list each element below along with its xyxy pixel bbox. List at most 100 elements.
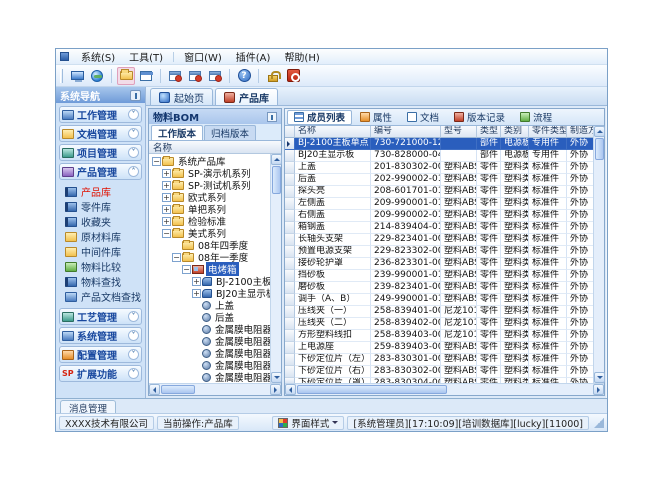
scroll-right-icon[interactable] <box>270 384 281 395</box>
table-row[interactable]: 接砂轮护罩236-823301-00X塑料ABS零件塑料类标准件外协条 <box>285 258 593 270</box>
table-vertical-scrollbar[interactable] <box>593 126 604 383</box>
sidebar-item-产品库[interactable]: 产品库 <box>65 184 142 199</box>
table-horizontal-scrollbar[interactable] <box>285 383 604 395</box>
collapse-icon[interactable]: − <box>152 157 161 166</box>
table-row[interactable]: 上电源座259-839403-00X塑料ABS零件塑料类标准件外协条 <box>285 342 593 354</box>
table-row[interactable]: 后盖202-990002-01X塑料ABS零件塑料类标准件外协条 <box>285 174 593 186</box>
column-header-制造方式[interactable]: 制造方式 <box>567 126 593 138</box>
collapse-icon[interactable]: − <box>162 229 171 238</box>
help-icon[interactable]: ? <box>235 67 253 85</box>
collapse-icon[interactable]: − <box>172 253 181 262</box>
column-header-型号[interactable]: 型号 <box>441 126 477 138</box>
table-row[interactable]: 长轴头支架229-823401-00X塑料ABS零件塑料类标准件外协条 <box>285 234 593 246</box>
toolbar-grip[interactable] <box>60 69 63 83</box>
column-header-编号[interactable]: 编号 <box>371 126 441 138</box>
sidebar-group-工作管理[interactable]: 工作管理˅ <box>59 106 142 123</box>
table-row[interactable]: BJ-2100主板单点730-721000-12X部件电源板专用件外协颗 <box>285 138 593 150</box>
window-add-icon[interactable] <box>166 67 184 85</box>
table-row[interactable]: 压线夹（二）258-839402-00X尼龙1010零件塑料类标准件外协条 <box>285 318 593 330</box>
scroll-right-icon[interactable] <box>593 384 604 395</box>
column-header-类型[interactable]: 类型 <box>477 126 501 138</box>
tab-版本记录[interactable]: 版本记录 <box>447 110 512 125</box>
window-remove-icon[interactable] <box>186 67 204 85</box>
chevron-down-icon[interactable]: ˅ <box>128 349 139 360</box>
sidebar-group-产品管理[interactable]: 产品管理˄ <box>59 163 142 180</box>
expand-icon[interactable]: + <box>162 217 171 226</box>
tree-item-BJ20主显示板[interactable]: +BJ20主显示板 <box>149 287 270 299</box>
menu-item[interactable]: 系统(S) <box>74 48 122 65</box>
chevron-down-icon[interactable]: ˅ <box>128 128 139 139</box>
sidebar-group-配置管理[interactable]: 配置管理˅ <box>59 346 142 363</box>
computer-icon[interactable] <box>68 67 86 85</box>
sidebar-group-扩展功能[interactable]: SP扩展功能˅ <box>59 365 142 382</box>
bom-horizontal-scrollbar[interactable] <box>149 383 281 395</box>
tab-起始页[interactable]: 起始页 <box>150 88 213 105</box>
bom-tab-归档版本[interactable]: 归档版本 <box>204 125 256 140</box>
bom-column-header[interactable]: 名称 <box>149 141 281 154</box>
chevron-up-icon[interactable]: ˄ <box>128 166 139 177</box>
chevron-down-icon[interactable]: ˅ <box>128 147 139 158</box>
table-row[interactable]: 磨砂板239-823401-00X塑料ABS零件塑料类标准件外协条 <box>285 282 593 294</box>
table-row[interactable]: 下砂定位片（左）283-830301-00X塑料ABS零件塑料类标准件外协条 <box>285 354 593 366</box>
scroll-thumb[interactable] <box>297 385 447 394</box>
scroll-thumb[interactable] <box>272 166 281 194</box>
tab-产品库[interactable]: 产品库 <box>215 88 278 105</box>
expand-icon[interactable]: + <box>192 289 201 298</box>
globe-icon[interactable] <box>88 67 106 85</box>
scroll-left-icon[interactable] <box>149 384 160 395</box>
sidebar-item-零件库[interactable]: 零件库 <box>65 199 142 214</box>
window-close-icon[interactable] <box>206 67 224 85</box>
pin-icon[interactable] <box>130 90 141 101</box>
chevron-down-icon[interactable]: ˅ <box>128 368 139 379</box>
table-row[interactable]: 下砂定位片（右）283-830302-00X塑料ABS零件塑料类标准件外协条 <box>285 366 593 378</box>
table-row[interactable]: 方形塑料线扣258-839403-00X尼龙1010零件塑料类标准件外协条 <box>285 330 593 342</box>
chevron-down-icon[interactable]: ˅ <box>128 109 139 120</box>
folder-icon[interactable] <box>117 67 135 85</box>
table-row[interactable]: 右侧盖209-990002-01X塑料ABS零件塑料类标准件外协条 <box>285 210 593 222</box>
sidebar-item-物料查找[interactable]: 物料查找 <box>65 274 142 289</box>
menu-item[interactable]: 窗口(W) <box>177 48 229 65</box>
scroll-thumb[interactable] <box>161 385 195 394</box>
table-row[interactable]: 下砂定位片（罩）283-830304-00X塑料ABS零件塑料类标准件外协条 <box>285 378 593 383</box>
views-icon[interactable] <box>137 67 155 85</box>
table-row[interactable]: 调手（A、B）249-990001-01X塑料ABS零件塑料类标准件外协条 <box>285 294 593 306</box>
power-icon[interactable] <box>284 67 302 85</box>
menu-item[interactable]: 插件(A) <box>229 48 278 65</box>
sidebar-group-工艺管理[interactable]: 工艺管理˅ <box>59 308 142 325</box>
scroll-thumb[interactable] <box>595 138 604 160</box>
sidebar-item-物料比较[interactable]: 物料比较 <box>65 259 142 274</box>
table-row[interactable]: BJ20主显示板730-828000-04X部件电源板专用件外协颗 <box>285 150 593 162</box>
table-row[interactable]: 上盖201-830302-00X塑料ABS零件塑料类标准件外协条 <box>285 162 593 174</box>
tab-文档[interactable]: 文档 <box>400 110 446 125</box>
message-panel-tab[interactable]: 消息管理 <box>60 400 116 414</box>
pin-icon[interactable] <box>267 112 277 122</box>
tab-成员列表[interactable]: 成员列表 <box>287 110 352 125</box>
table-row[interactable]: 左侧盖209-990001-01X塑料ABS零件塑料类标准件外协条 <box>285 198 593 210</box>
bom-tab-工作版本[interactable]: 工作版本 <box>151 125 203 140</box>
scroll-up-icon[interactable] <box>594 126 605 137</box>
scroll-up-icon[interactable] <box>271 154 282 165</box>
sidebar-item-原材料库[interactable]: 原材料库 <box>65 229 142 244</box>
sidebar-group-系统管理[interactable]: 系统管理˅ <box>59 327 142 344</box>
lock-icon[interactable] <box>264 67 282 85</box>
expand-icon[interactable]: + <box>162 193 171 202</box>
expand-icon[interactable]: + <box>162 205 171 214</box>
table-row[interactable]: 预置电源支架229-823302-00X塑料ABS零件塑料类标准件外协条 <box>285 246 593 258</box>
column-header-类别[interactable]: 类别 <box>501 126 529 138</box>
table-row[interactable]: 探头亮208-601701-01X塑料ABS零件塑料类标准件外协条 <box>285 186 593 198</box>
table-row[interactable]: 挡砂板239-990001-01X塑料ABS零件塑料类标准件外协条 <box>285 270 593 282</box>
sidebar-item-产品文档查找[interactable]: 产品文档查找 <box>65 289 142 304</box>
sidebar-item-收藏夹[interactable]: 收藏夹 <box>65 214 142 229</box>
resize-grip[interactable] <box>594 418 604 428</box>
expand-icon[interactable]: + <box>162 169 171 178</box>
menu-item[interactable]: 帮助(H) <box>277 48 326 65</box>
style-dropdown[interactable]: 界面样式 <box>272 416 344 430</box>
tab-流程[interactable]: 流程 <box>513 110 559 125</box>
expand-icon[interactable]: + <box>192 277 201 286</box>
menu-item[interactable]: 工具(T) <box>122 48 170 65</box>
chevron-down-icon[interactable]: ˅ <box>128 311 139 322</box>
chevron-down-icon[interactable]: ˅ <box>128 330 139 341</box>
sidebar-group-项目管理[interactable]: 项目管理˅ <box>59 144 142 161</box>
tab-属性[interactable]: 属性 <box>353 110 399 125</box>
column-header-名称[interactable]: 名称 <box>295 126 371 138</box>
